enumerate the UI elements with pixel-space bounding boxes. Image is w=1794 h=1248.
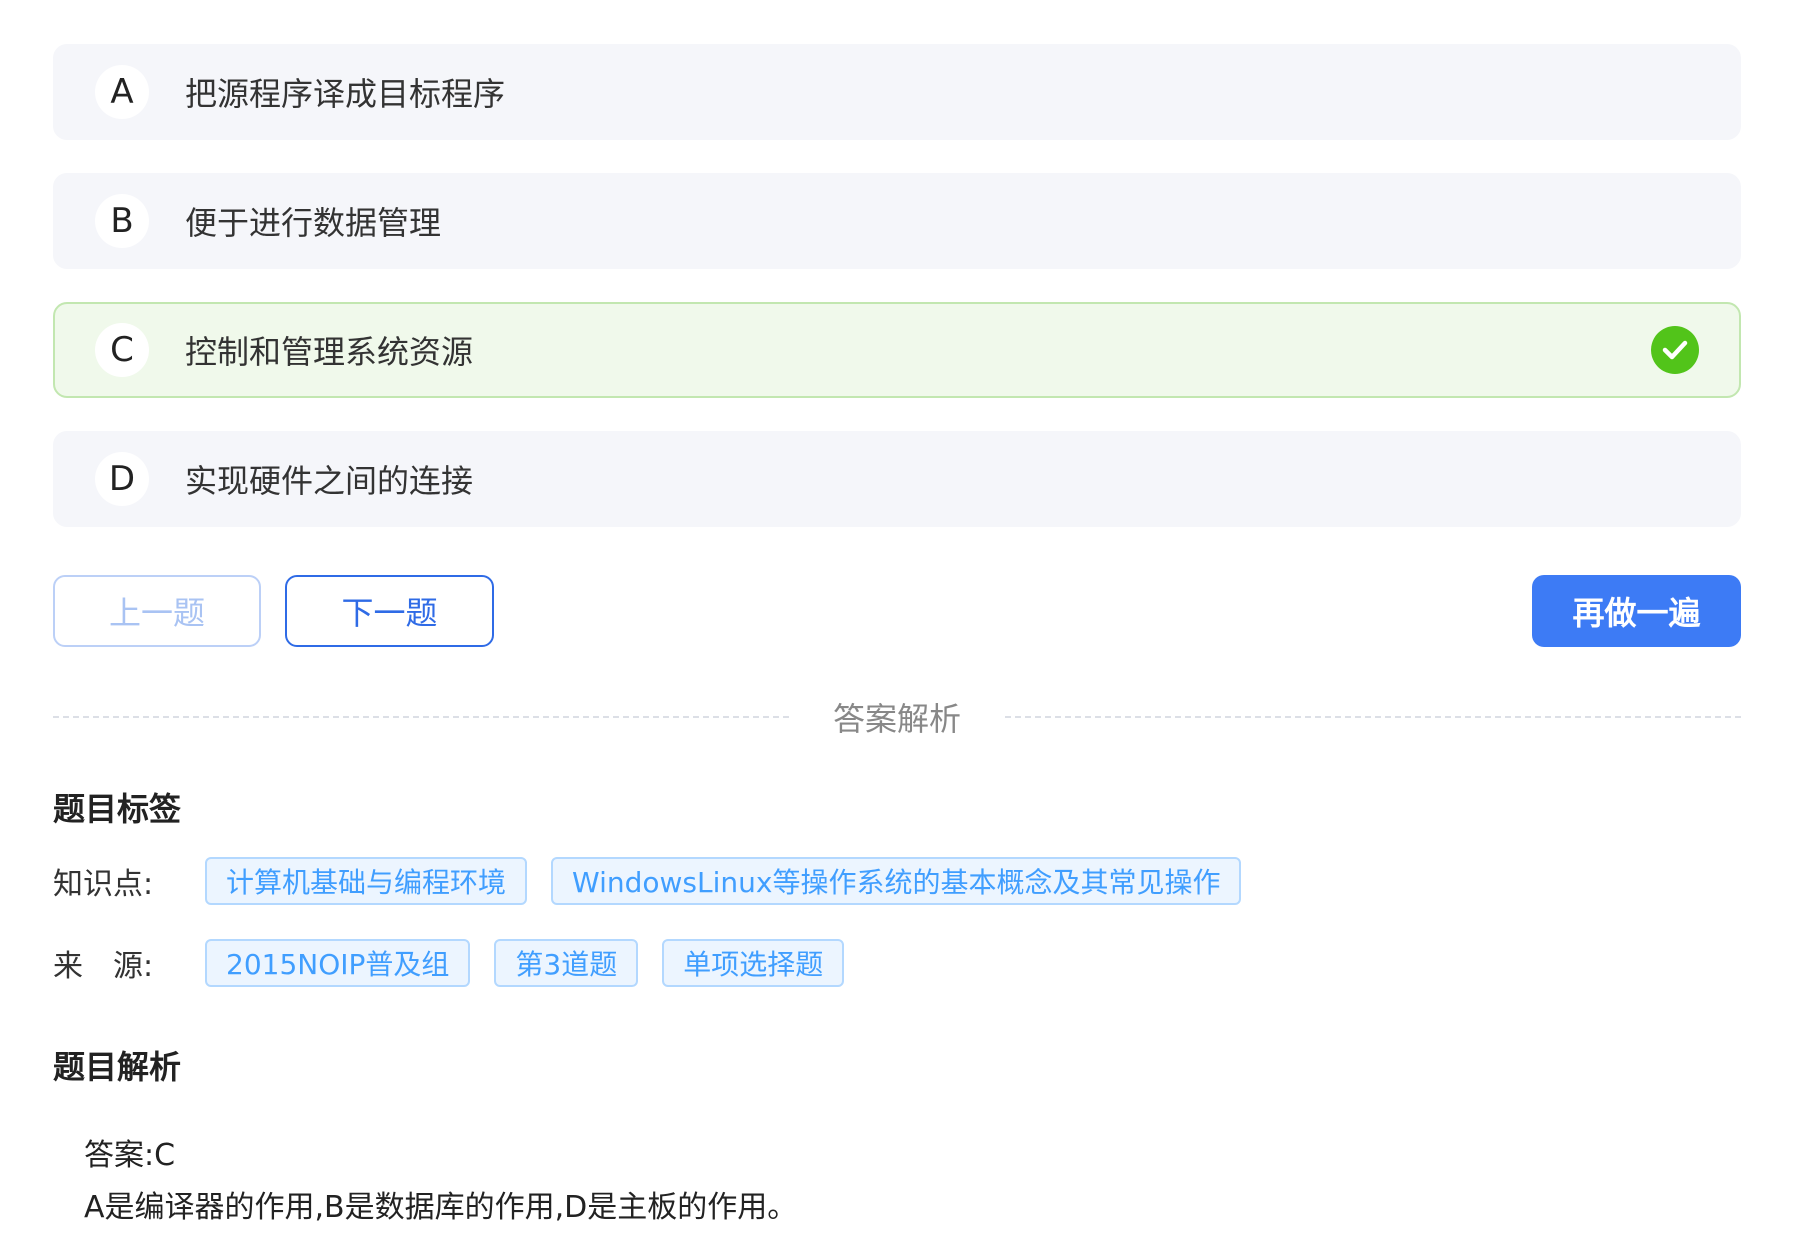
option-letter: B	[95, 194, 149, 248]
analysis-body: 答案:C A是编译器的作用,B是数据库的作用,D是主板的作用。	[84, 1130, 797, 1234]
source-tag[interactable]: 第3道题	[494, 939, 639, 987]
answer-analysis-divider: 答案解析	[53, 697, 1742, 738]
option-letter: D	[95, 452, 149, 506]
option-a[interactable]: A 把源程序译成目标程序	[53, 44, 1741, 140]
option-letter: C	[95, 323, 149, 377]
question-page: A 把源程序译成目标程序 B 便于进行数据管理 C 控制和管理系统资源 D 实现…	[0, 0, 1794, 1248]
divider-line-right	[1005, 716, 1742, 718]
option-d[interactable]: D 实现硬件之间的连接	[53, 431, 1741, 527]
source-tag[interactable]: 单项选择题	[662, 939, 845, 987]
option-letter: A	[95, 65, 149, 119]
source-row: 来 源: 2015NOIP普及组 第3道题 单项选择题	[53, 939, 868, 987]
option-text: 实现硬件之间的连接	[185, 462, 474, 500]
tags-section-title: 题目标签	[53, 790, 182, 828]
source-tag[interactable]: 2015NOIP普及组	[205, 939, 471, 987]
divider-line-left	[53, 716, 789, 718]
next-question-button[interactable]: 下一题	[285, 575, 494, 647]
check-circle-icon	[1651, 326, 1699, 374]
option-c[interactable]: C 控制和管理系统资源	[53, 302, 1741, 398]
knowledge-tag[interactable]: 计算机基础与编程环境	[205, 857, 528, 905]
explanation-text: A是编译器的作用,B是数据库的作用,D是主板的作用。	[84, 1190, 798, 1225]
option-list: A 把源程序译成目标程序 B 便于进行数据管理 C 控制和管理系统资源 D 实现…	[53, 44, 1741, 560]
analysis-section-title: 题目解析	[53, 1048, 182, 1086]
knowledge-tag[interactable]: WindowsLinux等操作系统的基本概念及其常见操作	[551, 857, 1242, 905]
option-b[interactable]: B 便于进行数据管理	[53, 173, 1741, 269]
redo-button[interactable]: 再做一遍	[1532, 575, 1741, 647]
answer-line: 答案:C	[84, 1138, 176, 1173]
divider-label: 答案解析	[833, 700, 962, 738]
source-label: 来 源:	[53, 949, 154, 984]
knowledge-row: 知识点: 计算机基础与编程环境 WindowsLinux等操作系统的基本概念及其…	[53, 857, 1265, 905]
option-text: 把源程序译成目标程序	[185, 75, 506, 113]
option-text: 控制和管理系统资源	[185, 333, 474, 371]
knowledge-label: 知识点:	[53, 867, 154, 902]
option-text: 便于进行数据管理	[185, 204, 442, 242]
prev-question-button[interactable]: 上一题	[53, 575, 261, 647]
